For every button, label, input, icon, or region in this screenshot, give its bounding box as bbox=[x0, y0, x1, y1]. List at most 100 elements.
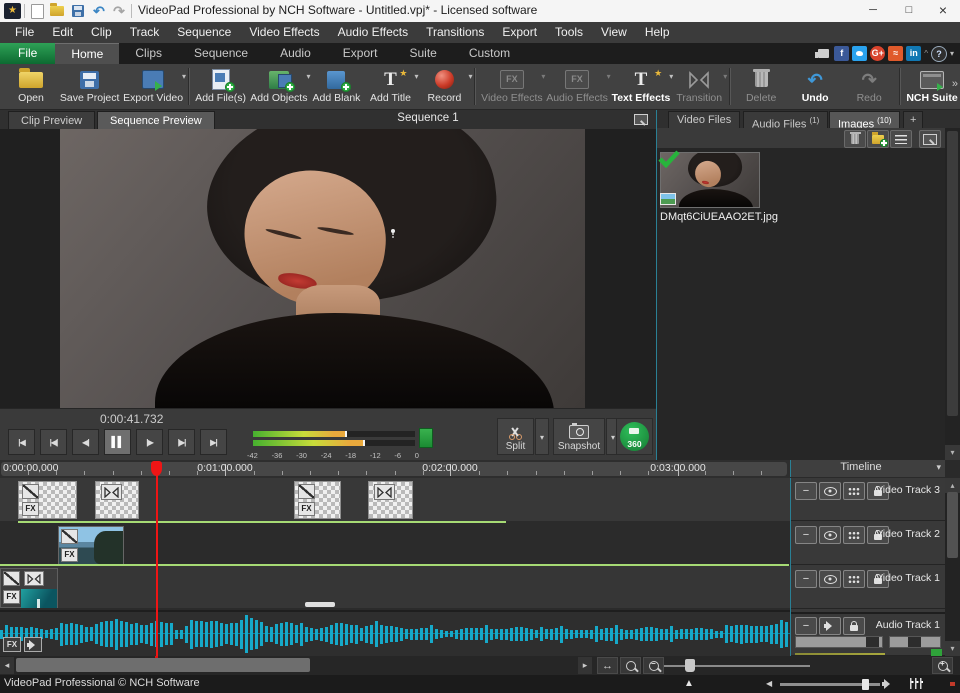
redo-button-titlebar[interactable]: ↷ bbox=[110, 3, 128, 19]
collapse-track-button[interactable]: − bbox=[795, 617, 817, 635]
audio-fx-badge[interactable]: FX bbox=[3, 637, 21, 652]
tab-suite[interactable]: Suite bbox=[393, 43, 452, 64]
clip-transition[interactable] bbox=[368, 481, 413, 519]
hscroll-thumb[interactable] bbox=[16, 658, 310, 672]
fx-badge[interactable]: FX bbox=[22, 502, 39, 516]
zoom-in-button[interactable]: + bbox=[932, 657, 953, 674]
mode-360-button[interactable]: 360 bbox=[616, 418, 653, 455]
linkedin-icon[interactable]: in bbox=[906, 46, 921, 61]
chevron-down-icon[interactable]: ▾ bbox=[468, 72, 472, 81]
tab-images[interactable]: Images (10) bbox=[829, 111, 900, 128]
volume-slider-handle[interactable] bbox=[862, 679, 869, 690]
clip-photo[interactable]: FX bbox=[58, 526, 124, 565]
help-icon[interactable]: ? bbox=[931, 46, 947, 62]
like-icon[interactable] bbox=[818, 49, 829, 58]
undo-button[interactable]: ↶ Undo bbox=[788, 64, 842, 109]
text-effects-button[interactable]: T★ ▾ Text Effects bbox=[610, 64, 673, 109]
open-project-button[interactable] bbox=[48, 3, 66, 19]
track-resize-handle[interactable] bbox=[305, 602, 335, 607]
new-project-button[interactable] bbox=[28, 3, 46, 19]
menu-file[interactable]: File bbox=[6, 22, 43, 43]
tab-custom[interactable]: Custom bbox=[453, 43, 526, 64]
zoom-slider-handle[interactable] bbox=[685, 659, 695, 672]
audio-volume-badge[interactable] bbox=[24, 637, 42, 652]
scrollbar-thumb[interactable] bbox=[947, 492, 958, 558]
forum-icon[interactable]: ≈ bbox=[888, 46, 903, 61]
step-back-button[interactable]: ◀| bbox=[72, 429, 99, 455]
tab-file[interactable]: File bbox=[0, 43, 55, 64]
video-track-1-lane[interactable]: FX bbox=[0, 566, 790, 608]
scroll-left-button[interactable]: ◂ bbox=[0, 657, 14, 674]
step-forward-button[interactable]: |▶ bbox=[136, 429, 163, 455]
timeline-scrollbar[interactable]: ▴ ▾ bbox=[945, 478, 960, 656]
pause-button[interactable]: ▌▌ bbox=[104, 429, 131, 455]
tab-export[interactable]: Export bbox=[327, 43, 394, 64]
track-visibility-button[interactable] bbox=[819, 482, 841, 500]
add-blank-button[interactable]: Add Blank bbox=[309, 64, 363, 109]
transition-button[interactable]: ▾ Transition bbox=[672, 64, 726, 109]
notification-arrow-icon[interactable]: ▲ bbox=[684, 678, 694, 689]
menu-view[interactable]: View bbox=[592, 22, 636, 43]
scroll-up-button[interactable]: ▴ bbox=[945, 478, 960, 493]
add-bin-tab-button[interactable]: + bbox=[903, 111, 923, 128]
scroll-down-button[interactable]: ▾ bbox=[945, 641, 960, 656]
playhead-marker[interactable] bbox=[151, 461, 162, 476]
track-visibility-button[interactable] bbox=[819, 526, 841, 544]
track-volume-slider[interactable] bbox=[795, 636, 883, 648]
open-button[interactable]: Open bbox=[4, 64, 58, 109]
tab-clips[interactable]: Clips bbox=[119, 43, 178, 64]
chevron-down-icon[interactable]: ▾ bbox=[936, 462, 941, 473]
track-effects-button[interactable] bbox=[843, 526, 865, 544]
menu-help[interactable]: Help bbox=[636, 22, 679, 43]
next-clip-button[interactable]: |▶| bbox=[168, 429, 195, 455]
menu-track[interactable]: Track bbox=[121, 22, 169, 43]
go-to-end-button[interactable]: ▶| bbox=[200, 429, 227, 455]
tab-home[interactable]: Home bbox=[55, 43, 119, 64]
menu-edit[interactable]: Edit bbox=[43, 22, 82, 43]
export-video-button[interactable]: ▾ Export Video bbox=[121, 64, 185, 109]
collapse-track-button[interactable]: − bbox=[795, 570, 817, 588]
scroll-down-button[interactable]: ▾ bbox=[945, 445, 960, 460]
mixer-icon[interactable] bbox=[910, 678, 923, 689]
fx-badge[interactable]: FX bbox=[61, 548, 78, 562]
redo-button[interactable]: ↷ Redo bbox=[842, 64, 896, 109]
list-view-button[interactable] bbox=[890, 130, 912, 148]
fx-badge[interactable]: FX bbox=[298, 502, 315, 516]
save-project-button[interactable]: Save Project bbox=[58, 64, 121, 109]
menu-tools[interactable]: Tools bbox=[546, 22, 592, 43]
collapse-ribbon-icon[interactable]: ^ bbox=[924, 49, 928, 58]
undo-button-titlebar[interactable]: ↶ bbox=[90, 3, 108, 19]
detach-preview-icon[interactable] bbox=[634, 114, 648, 125]
snapshot-button[interactable]: Snapshot bbox=[553, 418, 605, 455]
tab-clip-preview[interactable]: Clip Preview bbox=[8, 111, 95, 129]
speaker-icon[interactable] bbox=[882, 679, 895, 689]
menu-sequence[interactable]: Sequence bbox=[168, 22, 240, 43]
scroll-right-button[interactable]: ▸ bbox=[578, 657, 592, 674]
menu-audio-effects[interactable]: Audio Effects bbox=[329, 22, 418, 43]
volume-min-icon[interactable]: ◀ bbox=[766, 679, 772, 688]
track-effects-button[interactable] bbox=[843, 570, 865, 588]
googleplus-icon[interactable]: G+ bbox=[870, 46, 885, 61]
tab-sequence-preview[interactable]: Sequence Preview bbox=[97, 111, 215, 129]
facebook-icon[interactable]: f bbox=[834, 46, 849, 61]
scrollbar-thumb[interactable] bbox=[947, 131, 958, 416]
menu-export[interactable]: Export bbox=[493, 22, 546, 43]
tab-sequence[interactable]: Sequence bbox=[178, 43, 264, 64]
track-lock-button[interactable] bbox=[843, 617, 865, 635]
record-button[interactable]: ▾ Record bbox=[417, 64, 471, 109]
split-button[interactable]: Split bbox=[497, 418, 534, 455]
split-dropdown[interactable]: ▾ bbox=[535, 418, 549, 455]
close-button[interactable]: × bbox=[928, 0, 958, 21]
toolbar-overflow-icon[interactable]: » bbox=[952, 78, 958, 90]
delete-button[interactable]: Delete bbox=[734, 64, 788, 109]
timeline-panel-header[interactable]: Timeline ▾ bbox=[790, 460, 945, 477]
collapse-track-button[interactable]: − bbox=[795, 526, 817, 544]
go-to-start-button[interactable]: |◀ bbox=[8, 429, 35, 455]
add-objects-button[interactable]: ▾ Add Objects bbox=[248, 64, 309, 109]
chevron-down-icon[interactable]: ▾ bbox=[182, 72, 186, 81]
add-media-button[interactable] bbox=[867, 130, 889, 148]
clip-transition[interactable] bbox=[95, 481, 139, 519]
maximize-button[interactable]: □ bbox=[894, 0, 924, 21]
previous-clip-button[interactable]: |◀| bbox=[40, 429, 67, 455]
menu-video-effects[interactable]: Video Effects bbox=[240, 22, 328, 43]
